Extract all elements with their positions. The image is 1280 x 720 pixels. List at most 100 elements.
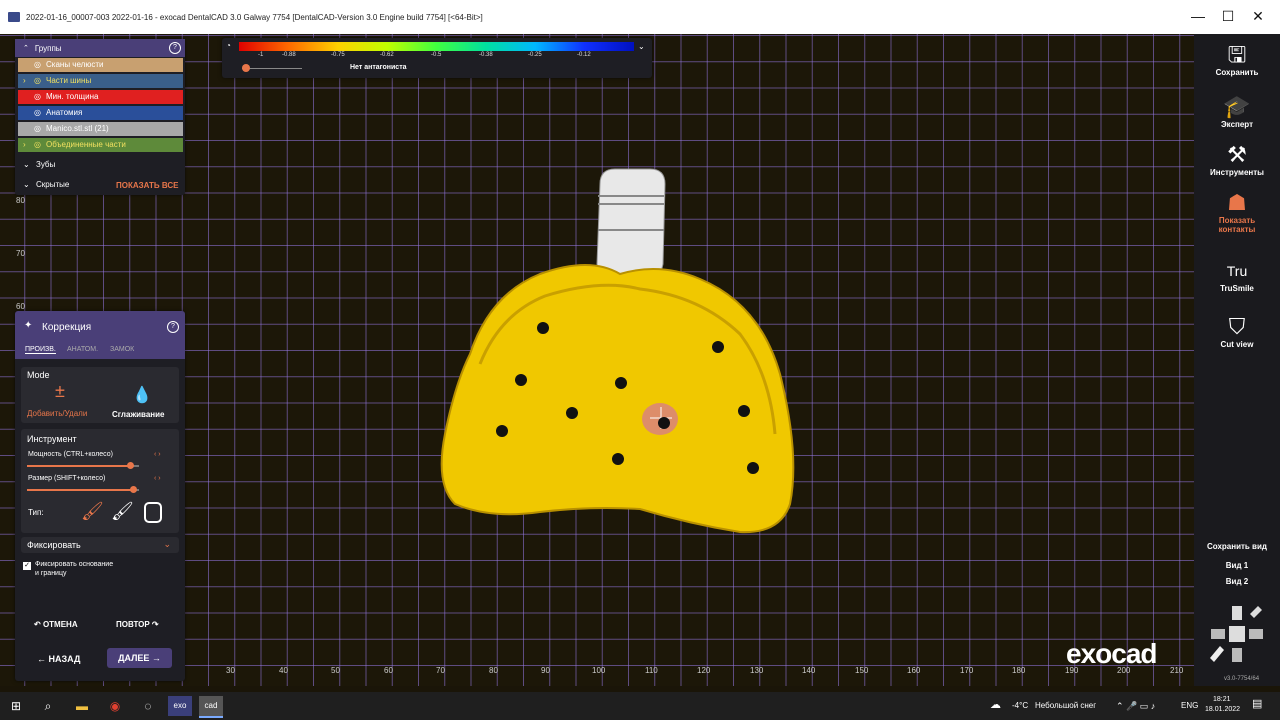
notifications-icon[interactable]: ▤ — [1252, 697, 1262, 710]
scale-tick: -1 — [258, 52, 264, 58]
eye-icon[interactable]: ◎ — [34, 122, 41, 136]
x-tick: 120 — [697, 666, 711, 675]
scale-tick: -0.25 — [528, 52, 542, 58]
size-arrows[interactable]: ‹ › — [154, 475, 161, 482]
right-toolbar: 🖫 Сохранить 🎓 Эксперт ⚒ Инструменты ☗ Показа… — [1194, 34, 1280, 686]
save-tool[interactable]: 🖫 Сохранить — [1194, 42, 1280, 77]
chevron-up-icon[interactable]: ⌃ — [23, 44, 29, 52]
expert-tool[interactable]: 🎓 Эксперт — [1194, 94, 1280, 129]
size-slider[interactable] — [27, 486, 139, 493]
contacts-icon: ☗ — [1227, 190, 1247, 215]
groups-panel: ⌃ Группы ? ◎ Сканы челюсти › ◎ Части шины ◎… — [15, 39, 185, 195]
scale-tick: -0.5 — [431, 52, 442, 58]
power-arrows[interactable]: ‹ › — [154, 451, 161, 458]
eye-icon[interactable]: ◎ — [34, 74, 41, 88]
y-tick: 80 — [16, 196, 25, 205]
show-contacts-tool[interactable]: ☗ Показать контакты — [1194, 190, 1280, 234]
gauge-icon: ◔ — [226, 41, 231, 50]
group-item[interactable]: › ◎ Объединенные части — [18, 138, 183, 152]
fix-label: Фиксировать — [27, 540, 81, 550]
x-tick: 170 — [960, 666, 974, 675]
power-label: Мощность (CTRL+колесо) — [28, 451, 113, 458]
trusmile-tool[interactable]: Tru TruSmile — [1194, 258, 1280, 293]
eye-icon[interactable]: ◎ — [34, 58, 41, 72]
eye-icon[interactable]: ◎ — [34, 106, 41, 120]
show-all-button[interactable]: ПОКАЗАТЬ ВСЕ — [116, 181, 178, 190]
x-tick: 140 — [802, 666, 816, 675]
chevron-down-icon[interactable]: ⌄ — [638, 42, 645, 51]
next-button[interactable]: ДАЛЕЕ → — [107, 648, 172, 668]
pen-brush-icon[interactable]: 🖌 — [111, 501, 134, 522]
hidden-group[interactable]: ⌄ Скрытые — [18, 180, 69, 189]
help-icon[interactable]: ? — [169, 42, 181, 54]
language-indicator[interactable]: ENG — [1181, 701, 1198, 710]
view2-button[interactable]: Вид 2 — [1194, 577, 1280, 586]
x-tick: 130 — [750, 666, 764, 675]
tab-production[interactable]: ПРОИЗВ. — [25, 346, 56, 354]
correction-tabs: ПРОИЗВ. АНАТОМ. ЗАМОК — [15, 341, 185, 359]
close-button[interactable]: ✕ — [1240, 8, 1276, 25]
tray-icons[interactable]: ⌃ 🎤 ▭ ♪ — [1116, 701, 1155, 712]
undo-button[interactable]: ↶ ОТМЕНА — [34, 620, 78, 629]
eye-icon[interactable]: ◎ — [34, 138, 41, 152]
window-title: 2022-01-16_00007-003 2022-01-16 - exocad… — [26, 13, 483, 22]
clock-time[interactable]: 18:21 — [1213, 696, 1231, 703]
legend-slider-knob[interactable] — [242, 64, 250, 72]
chevron-down-icon[interactable]: ⌄ — [23, 160, 30, 169]
help-icon[interactable]: ? — [167, 321, 179, 333]
mode-section: Mode ± Добавить/Удали 💧 Сглаживание — [21, 367, 179, 423]
color-scale-bar — [239, 42, 634, 51]
fix-base-checkbox[interactable]: ✓ — [23, 562, 31, 570]
group-item[interactable]: ◎ Сканы челюсти — [18, 58, 183, 72]
view1-button[interactable]: Вид 1 — [1194, 561, 1280, 570]
windows-start-icon[interactable]: ⊞ — [4, 696, 28, 716]
group-item[interactable]: ◎ Manico.stl.stl (21) — [18, 122, 183, 136]
scale-tick: -0.75 — [331, 52, 345, 58]
group-item[interactable]: › ◎ Части шины — [18, 74, 183, 88]
chevron-right-icon[interactable]: › — [23, 74, 26, 88]
y-tick: 60 — [16, 302, 25, 311]
cut-view-tool[interactable]: ⛉ Cut view — [1194, 314, 1280, 349]
teeth-group[interactable]: ⌄ Зубы — [18, 160, 55, 169]
x-tick: 30 — [226, 666, 235, 675]
group-item[interactable]: ◎ Анатомия — [18, 106, 183, 120]
power-slider[interactable] — [27, 462, 139, 469]
fix-dropdown[interactable]: Фиксировать ⌄ — [21, 537, 179, 553]
x-tick: 150 — [855, 666, 869, 675]
scale-tick: -0.88 — [282, 52, 296, 58]
group-item[interactable]: ◎ Мин. толщина — [18, 90, 183, 104]
save-view-button[interactable]: Сохранить вид — [1194, 542, 1280, 551]
redo-button[interactable]: ПОВТОР ↷ — [116, 620, 159, 629]
app-circle-icon[interactable]: ◌ — [136, 696, 160, 716]
taskbar: ⊞ ⌕ ▬ ◉ ◌ exo cad ☁ -4°C Небольшой снег … — [0, 692, 1280, 720]
version-label: v3.0-7754/64 — [1224, 676, 1260, 682]
tool-section: Инструмент Мощность (CTRL+колесо) ‹ › Ра… — [21, 429, 179, 533]
chevron-down-icon[interactable]: ⌄ — [23, 180, 30, 189]
exocad-logo: exocad — [1066, 638, 1157, 669]
chevron-down-icon[interactable]: ⌄ — [163, 539, 171, 550]
splint-body — [440, 264, 795, 534]
brush-icon[interactable]: 🖌 — [81, 501, 104, 522]
file-explorer-icon[interactable]: ▬ — [70, 696, 94, 716]
add-remove-icon[interactable]: ± — [55, 381, 65, 402]
chevron-right-icon[interactable]: › — [23, 138, 26, 152]
mode-smooth-button[interactable]: Сглаживание — [112, 410, 165, 419]
eye-icon[interactable]: ◎ — [34, 90, 41, 104]
mode-add-button[interactable]: Добавить/Удали — [27, 409, 87, 418]
chrome-icon[interactable]: ◉ — [103, 696, 127, 716]
x-tick: 210 — [1170, 666, 1184, 675]
tools-tool[interactable]: ⚒ Инструменты — [1194, 142, 1280, 177]
search-icon[interactable]: ⌕ — [36, 696, 60, 716]
size-label: Размер (SHIFT+колесо) — [28, 475, 106, 482]
clock-date[interactable]: 18.01.2022 — [1205, 706, 1240, 713]
groups-header[interactable]: ⌃ Группы ? — [15, 39, 185, 57]
cylinder-icon[interactable] — [144, 502, 162, 523]
tab-anatomy[interactable]: АНАТОМ. — [67, 346, 98, 353]
back-button[interactable]: ← НАЗАД — [37, 654, 80, 664]
exocad-taskbar-icon[interactable]: exo — [168, 696, 192, 716]
tab-lock[interactable]: ЗАМОК — [110, 346, 134, 353]
view-navigation-cube[interactable] — [1202, 602, 1272, 666]
cad-taskbar-icon[interactable]: cad — [199, 696, 223, 718]
droplet-icon[interactable]: 💧 — [132, 385, 152, 405]
x-tick: 180 — [1012, 666, 1026, 675]
